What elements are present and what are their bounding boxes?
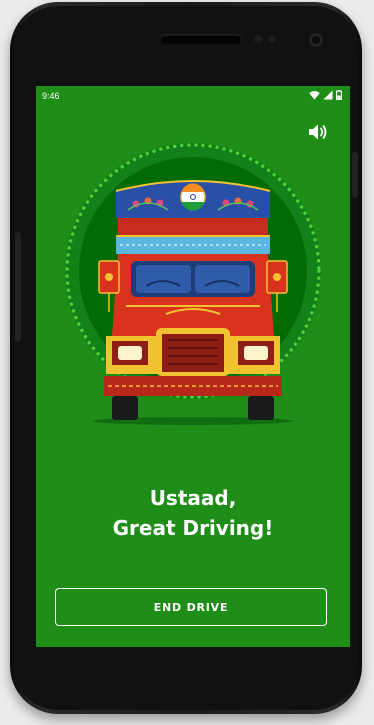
message-line-2: Great Driving! bbox=[112, 516, 274, 540]
truck-wheel-right bbox=[248, 396, 274, 420]
status-time: 9:46 bbox=[42, 91, 60, 101]
truck-sign-board bbox=[115, 180, 271, 218]
proximity-sensor bbox=[254, 35, 262, 43]
status-icons bbox=[309, 90, 342, 100]
light-sensor bbox=[268, 35, 276, 43]
truck-roof-band bbox=[118, 218, 268, 236]
signal-icon bbox=[323, 90, 333, 100]
message-line-1: Ustaad, bbox=[149, 486, 237, 510]
india-flag bbox=[180, 183, 206, 211]
truck-cab bbox=[112, 254, 274, 336]
wifi-icon bbox=[309, 91, 320, 100]
front-camera bbox=[309, 33, 323, 47]
truck-illustration bbox=[65, 143, 321, 425]
status-bar: 9:46 bbox=[36, 86, 350, 108]
battery-icon bbox=[336, 90, 342, 100]
power-button bbox=[352, 152, 358, 198]
volume-rocker bbox=[15, 232, 21, 342]
earpiece-speaker bbox=[160, 34, 242, 44]
app-screen: 9:46 Ustaad, Great Driving! END DRIVE bbox=[36, 86, 350, 647]
end-drive-button[interactable]: END DRIVE bbox=[55, 588, 327, 626]
truck-wheel-left bbox=[112, 396, 138, 420]
